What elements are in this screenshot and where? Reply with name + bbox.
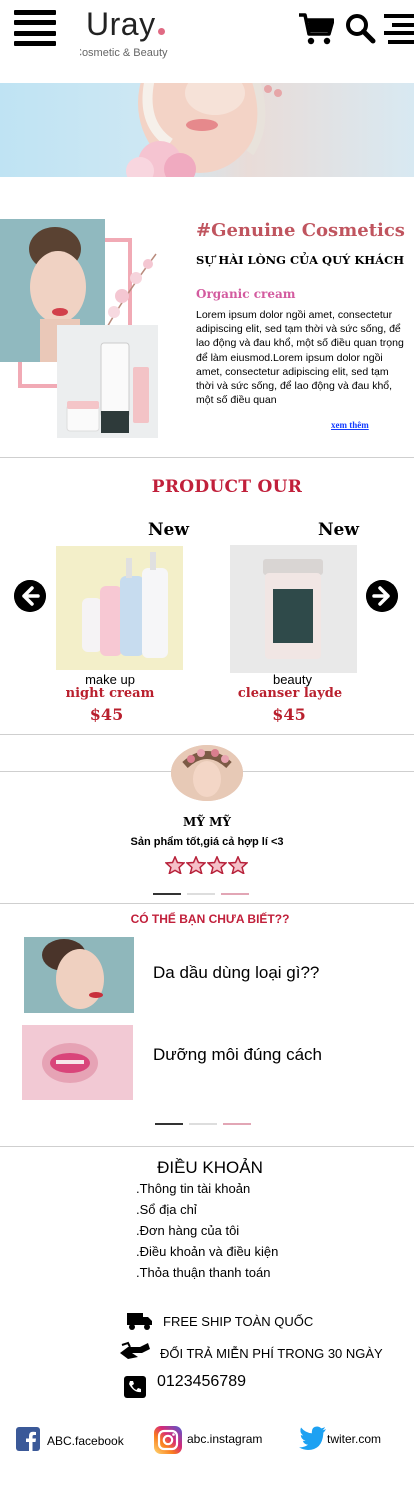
product-price: $45 (272, 705, 306, 724)
instagram-link[interactable]: abc.instagram (187, 1432, 262, 1446)
instagram-icon[interactable] (153, 1426, 183, 1454)
cream-products-image (57, 325, 158, 438)
returns-text: ĐỔI TRẢ MIỄN PHÍ TRONG 30 NGÀY (160, 1346, 383, 1361)
shipping-text: FREE SHIP TOÀN QUỐC (163, 1314, 314, 1329)
terms-link[interactable]: .Điều khoản và điều kiện (136, 1244, 278, 1259)
carousel-dot[interactable] (187, 893, 215, 895)
return-hand-icon (120, 1341, 150, 1359)
logo-text: Uray (86, 6, 156, 42)
divider (0, 457, 414, 458)
reviewer-avatar (171, 745, 243, 801)
star-icon (207, 856, 227, 874)
new-tag: New (318, 520, 359, 540)
carousel-dot[interactable] (153, 893, 181, 895)
hamburger-menu-icon[interactable] (14, 10, 56, 46)
intro-subheading: SỰ HÀI LÒNG CỦA QUÝ KHÁCH (196, 253, 405, 267)
star-icon (186, 856, 206, 874)
reviewer-name: MỸ MỸ (183, 815, 231, 829)
divider (0, 903, 414, 904)
truck-icon (127, 1313, 152, 1330)
product-name[interactable]: cleanser layde (232, 686, 348, 701)
terms-link[interactable]: .Thỏa thuận thanh toán (136, 1265, 270, 1280)
see-more-link[interactable]: xem thêm (331, 420, 369, 430)
arrow-right-icon[interactable] (366, 580, 398, 612)
tip-image[interactable] (22, 1025, 133, 1100)
terms-link[interactable]: .Đơn hàng của tôi (136, 1223, 239, 1238)
search-icon[interactable] (344, 12, 376, 44)
carousel-dot[interactable] (223, 1123, 251, 1125)
carousel-dot[interactable] (221, 893, 249, 895)
star-icon (228, 856, 248, 874)
phone-icon (124, 1376, 146, 1398)
carousel-dots (155, 1123, 251, 1125)
facebook-link[interactable]: ABC.facebook (47, 1434, 124, 1448)
intro-body: Lorem ipsum dolor ngồi amet, consectetur… (196, 309, 404, 407)
product-name[interactable]: night cream (56, 686, 164, 701)
tip-title[interactable]: Da dầu dùng loại gì?? (153, 963, 319, 983)
star-icon (165, 856, 185, 874)
hero-banner (0, 83, 414, 177)
product-price: $45 (89, 705, 124, 724)
intro-heading: #Genuine Cosmetics (196, 220, 405, 241)
product-image[interactable] (56, 546, 183, 670)
tip-title[interactable]: Dưỡng môi đúng cách (153, 1045, 322, 1065)
rating-stars (165, 856, 248, 874)
twitter-icon[interactable] (299, 1426, 327, 1450)
arrow-left-icon[interactable] (14, 580, 46, 612)
terms-title: ĐIỀU KHOẢN (157, 1158, 263, 1177)
carousel-dots (153, 893, 249, 895)
logo[interactable]: Uray (86, 6, 165, 43)
product-category: beauty (272, 672, 313, 687)
divider (0, 1146, 414, 1147)
carousel-dot[interactable] (189, 1123, 217, 1125)
twitter-link[interactable]: twiter.com (327, 1432, 381, 1446)
menu-lines-icon[interactable] (384, 14, 414, 44)
logo-tagline: Cosmetic & Beauty (80, 47, 168, 59)
review-text: Sản phẩm tốt,giá cả hợp lí <3 (130, 836, 284, 848)
facebook-icon[interactable] (16, 1427, 40, 1451)
flower-branch-image (105, 253, 157, 330)
banner-model-image (126, 83, 282, 177)
product-category: make up (85, 672, 135, 687)
tip-image[interactable] (24, 937, 134, 1013)
terms-link[interactable]: .Sổ địa chỉ (136, 1202, 197, 1217)
tips-title: CÓ THỂ BẠN CHƯA BIẾT?? (130, 912, 290, 926)
divider (0, 734, 414, 735)
phone-number[interactable]: 0123456789 (157, 1373, 246, 1391)
terms-link[interactable]: .Thông tin tài khoản (136, 1181, 250, 1196)
product-label: Organic cream (196, 287, 296, 301)
products-title: PRODUCT OUR (151, 477, 303, 497)
new-tag: New (148, 520, 189, 540)
cart-icon[interactable] (298, 12, 334, 46)
product-image[interactable] (230, 545, 357, 673)
logo-dot (157, 28, 165, 35)
carousel-dot[interactable] (155, 1123, 183, 1125)
